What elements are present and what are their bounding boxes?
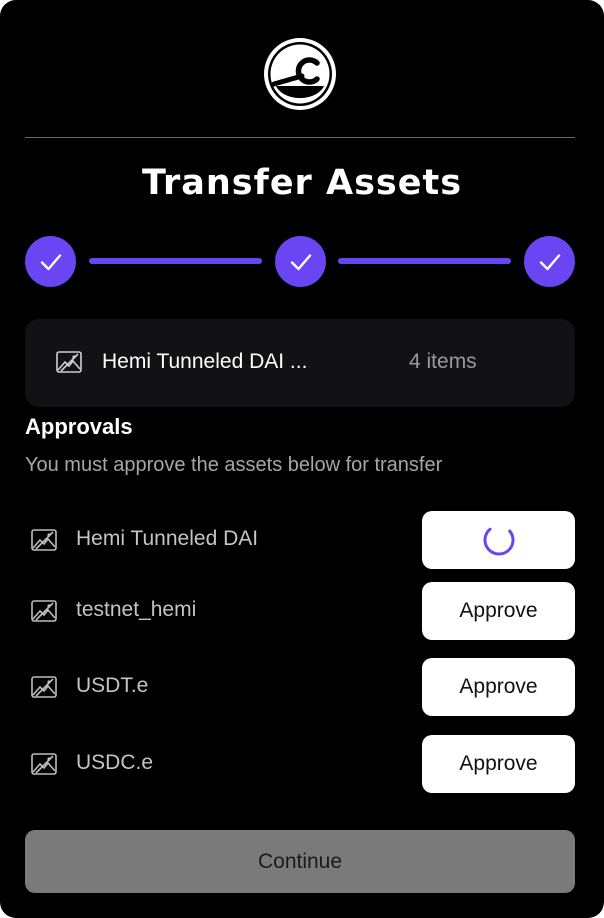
approve-button-loading[interactable] xyxy=(422,511,575,569)
approval-row: Hemi Tunneled DAI xyxy=(25,511,575,569)
approve-button[interactable]: Approve xyxy=(422,658,575,716)
check-icon xyxy=(290,253,311,270)
step-connector xyxy=(89,258,262,264)
continue-button[interactable]: Continue xyxy=(25,830,575,893)
summary-asset-name: Hemi Tunneled DAI ... xyxy=(102,350,308,373)
approvals-heading: Approvals xyxy=(25,414,133,439)
approval-asset-name: USDT.e xyxy=(76,674,149,697)
approval-row: USDT.e Approve xyxy=(25,658,575,716)
approval-row: USDC.e Approve xyxy=(25,735,575,793)
summary-item-count: 4 items xyxy=(409,350,477,373)
check-icon xyxy=(539,253,560,270)
image-placeholder-icon xyxy=(31,676,57,698)
approval-row: testnet_hemi Approve xyxy=(25,582,575,640)
approval-asset-name: testnet_hemi xyxy=(76,598,197,621)
approvals-description: You must approve the assets below for tr… xyxy=(25,454,443,476)
step-3-complete xyxy=(524,236,575,287)
image-placeholder-icon xyxy=(31,529,57,551)
dialog-title: Transfer Assets xyxy=(141,163,463,203)
approval-asset-name: USDC.e xyxy=(76,751,154,774)
step-1-complete xyxy=(25,236,76,287)
transfer-assets-dialog: Transfer Assets Hemi Tunneled DAI ... 4 … xyxy=(0,0,604,918)
brand-logo-icon xyxy=(264,38,336,110)
header-divider xyxy=(25,137,575,138)
image-placeholder-icon xyxy=(31,753,57,775)
approve-button[interactable]: Approve xyxy=(422,582,575,640)
transfer-summary-card: Hemi Tunneled DAI ... 4 items xyxy=(25,319,575,407)
check-icon xyxy=(40,253,61,270)
loading-spinner-icon xyxy=(483,524,514,556)
approve-button[interactable]: Approve xyxy=(422,735,575,793)
image-placeholder-icon xyxy=(31,600,57,622)
step-2-complete xyxy=(275,236,326,287)
step-connector xyxy=(338,258,511,264)
approval-asset-name: Hemi Tunneled DAI xyxy=(76,527,259,550)
image-placeholder-icon xyxy=(56,351,82,373)
